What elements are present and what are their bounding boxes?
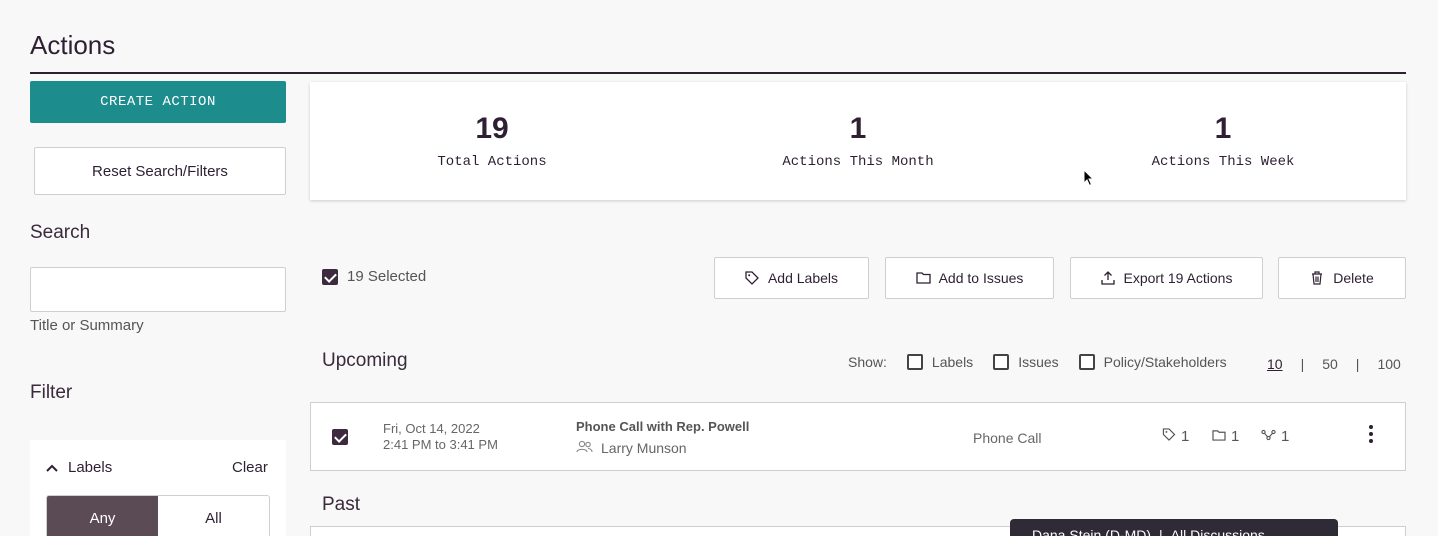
labels-filter-heading: Labels [68, 459, 113, 476]
page-size-option[interactable]: 100 [1377, 356, 1400, 372]
show-columns-controls: Show: Labels Issues Policy/Stakeholders [848, 354, 1227, 370]
export-actions-label: Export 19 Actions [1123, 270, 1233, 286]
add-labels-label: Add Labels [767, 270, 839, 286]
labels-all-option[interactable]: All [158, 496, 269, 536]
show-policy-option[interactable]: Policy/Stakeholders [1078, 354, 1227, 370]
folder-icon [1212, 428, 1226, 445]
trash-icon [1310, 271, 1324, 285]
row-time: 2:41 PM to 3:41 PM [383, 437, 498, 452]
stat-value: 19 [475, 112, 509, 145]
row-labels-count: 1 [1162, 428, 1189, 445]
row-person-name: Larry Munson [601, 440, 687, 456]
stat-label: Actions This Week [1151, 154, 1295, 170]
labels-match-toggle: Any All [46, 495, 270, 536]
add-to-issues-button[interactable]: Add to Issues [885, 257, 1054, 299]
row-type: Phone Call [973, 430, 1042, 446]
reset-filters-button[interactable]: Reset Search/Filters [34, 147, 286, 195]
pager-separator: | [1300, 356, 1305, 372]
upload-icon [1100, 271, 1115, 285]
show-labels-checkbox[interactable] [906, 354, 923, 370]
row-person: Larry Munson [576, 440, 687, 456]
page-title: Actions [30, 30, 116, 60]
select-all-checkbox[interactable] [322, 268, 338, 285]
count-value: 1 [1281, 428, 1290, 445]
row-date: Fri, Oct 14, 2022 [383, 421, 480, 436]
selected-count: 19 Selected [347, 268, 427, 285]
folder-icon [915, 271, 931, 285]
labels-clear-link[interactable]: Clear [232, 459, 268, 476]
mouse-cursor-icon [1083, 168, 1095, 192]
dock-left-label[interactable]: Dana Stein (D-MD) [1032, 527, 1151, 536]
stat-actions-month: 1 Actions This Month [708, 112, 1008, 170]
show-label: Show: [848, 354, 887, 370]
labels-filter-toggle[interactable]: Labels [46, 459, 112, 476]
stat-actions-week: 1 Actions This Week [1073, 112, 1373, 170]
row-checkbox[interactable] [332, 429, 348, 445]
count-value: 1 [1231, 428, 1240, 445]
show-option-label: Labels [931, 354, 974, 370]
show-issues-option[interactable]: Issues [993, 354, 1059, 370]
stat-value: 1 [849, 112, 867, 145]
tag-icon [745, 271, 759, 285]
stat-label: Actions This Month [782, 154, 934, 170]
search-help-text: Title or Summary [30, 317, 144, 334]
tag-icon [1162, 428, 1176, 445]
filter-heading: Filter [30, 382, 73, 403]
pager-separator: | [1355, 356, 1360, 372]
create-action-button[interactable]: CREATE ACTION [30, 81, 286, 123]
row-stakeholders-count: 1 [1261, 428, 1289, 445]
people-icon [576, 440, 593, 456]
search-input[interactable] [30, 267, 286, 312]
chevron-up-icon [46, 460, 58, 475]
table-row[interactable]: Fri, Oct 14, 2022 2:41 PM to 3:41 PM Pho… [310, 402, 1406, 471]
page-size-option[interactable]: 50 [1322, 356, 1338, 372]
count-value: 1 [1181, 428, 1190, 445]
add-to-issues-label: Add to Issues [938, 270, 1024, 286]
title-divider [30, 72, 1406, 74]
discussion-dock[interactable]: Dana Stein (D-MD) | All Discussions [1010, 519, 1338, 536]
show-option-label: Issues [1018, 354, 1059, 370]
stat-total-actions: 19 Total Actions [342, 112, 642, 170]
search-heading: Search [30, 222, 91, 243]
delete-button[interactable]: Delete [1278, 257, 1406, 299]
page-size-option[interactable]: 10 [1267, 356, 1283, 372]
past-heading: Past [322, 494, 361, 515]
show-labels-option[interactable]: Labels [906, 354, 974, 370]
show-policy-checkbox[interactable] [1078, 354, 1095, 370]
stat-value: 1 [1214, 112, 1232, 145]
show-issues-checkbox[interactable] [993, 354, 1010, 370]
page-size-selector: 10 | 50 | 100 [1267, 356, 1401, 372]
row-datetime: Fri, Oct 14, 2022 2:41 PM to 3:41 PM [383, 421, 498, 453]
row-issues-count: 1 [1212, 428, 1239, 445]
network-icon [1261, 428, 1276, 445]
add-labels-button[interactable]: Add Labels [714, 257, 869, 299]
delete-label: Delete [1333, 270, 1374, 286]
show-option-label: Policy/Stakeholders [1103, 354, 1227, 370]
stat-label: Total Actions [437, 154, 547, 170]
upcoming-heading: Upcoming [322, 350, 408, 371]
row-more-menu-icon[interactable] [1369, 425, 1373, 443]
row-title[interactable]: Phone Call with Rep. Powell [576, 419, 749, 434]
labels-any-option[interactable]: Any [47, 496, 158, 536]
select-all-control[interactable]: 19 Selected [322, 268, 426, 285]
dock-right-label[interactable]: All Discussions [1171, 527, 1265, 536]
stats-panel: 19 Total Actions 1 Actions This Month 1 … [310, 82, 1406, 200]
export-actions-button[interactable]: Export 19 Actions [1070, 257, 1263, 299]
